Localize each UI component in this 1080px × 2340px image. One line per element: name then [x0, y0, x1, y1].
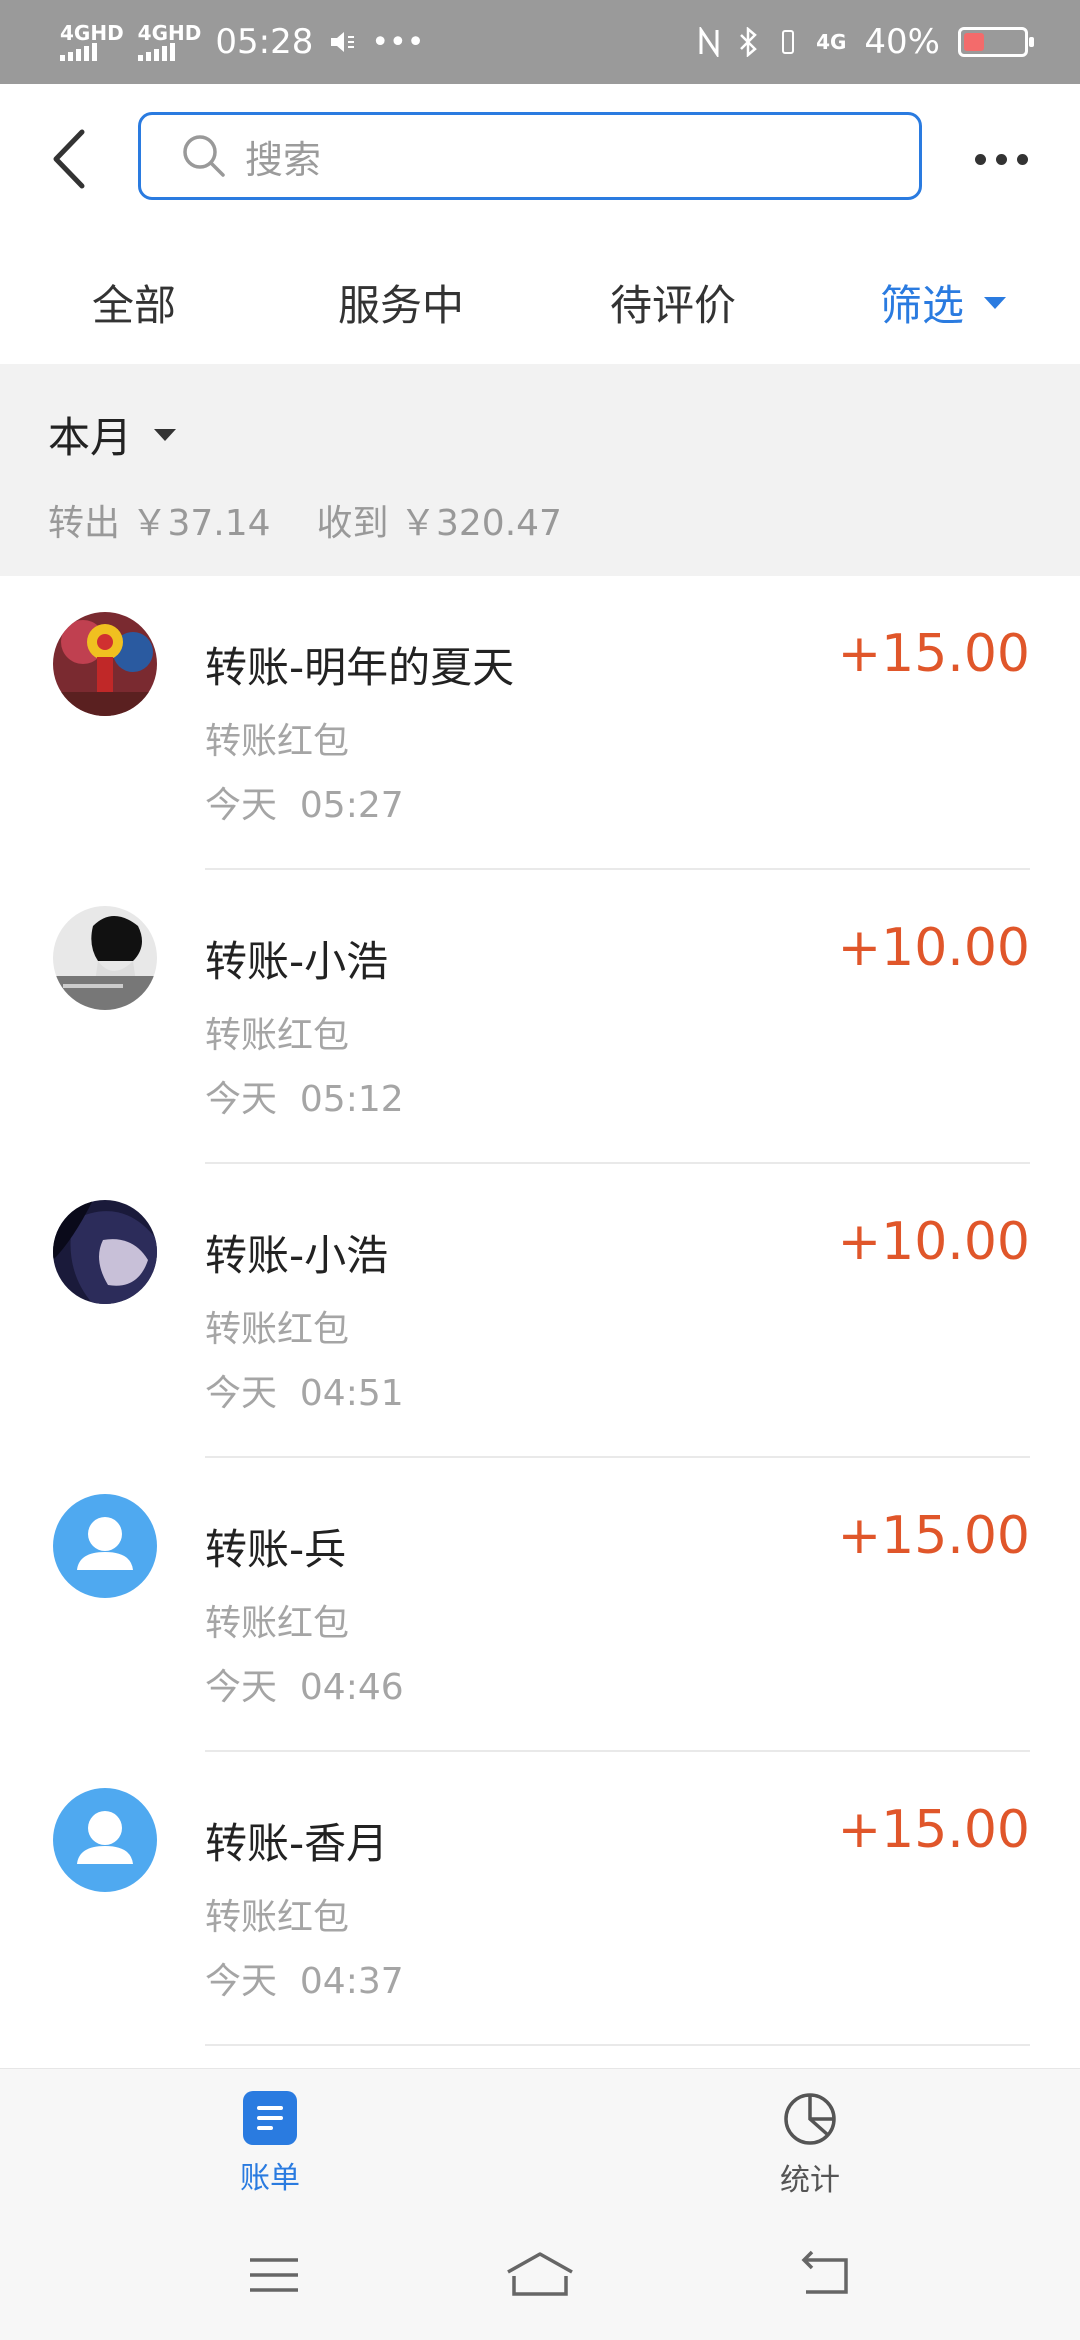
transaction-amount: +10.00 [837, 918, 1030, 978]
transaction-time: 今天 04:37 [205, 1952, 404, 2004]
transaction-day: 今天 [205, 785, 278, 826]
network-type-3: 4G [816, 30, 847, 54]
signal-indicator-3: 4G [816, 32, 846, 52]
transaction-time: 今天 05:27 [205, 776, 404, 828]
transaction-day: 今天 [205, 1961, 278, 2002]
month-summary: 转出 ￥37.14 收到 ￥320.47 [48, 494, 562, 546]
nfc-icon [699, 27, 719, 57]
transaction-day: 今天 [205, 1079, 278, 1120]
transaction-title: 转账-香月 [205, 1819, 389, 1868]
in-amount: ￥320.47 [400, 503, 562, 544]
more-options-icon[interactable] [975, 144, 1035, 174]
divider [205, 2044, 1030, 2046]
out-amount: ￥37.14 [131, 503, 271, 544]
default-user-avatar-icon [53, 1494, 157, 1598]
transaction-amount: +15.00 [837, 1800, 1030, 1860]
transaction-type: 转账红包 [205, 1603, 350, 1644]
transaction-item[interactable]: 转账-香月 转账红包 今天 04:37 +15.00 [0, 1752, 1080, 2046]
signal-indicator-1: 4GHD [60, 23, 124, 61]
search-icon [183, 135, 225, 177]
status-time: 05:28 [215, 22, 314, 62]
menu-icon[interactable] [244, 2250, 304, 2300]
transaction-title: 转账-明年的夏天 [205, 643, 515, 692]
more-notifications-icon: ••• [371, 24, 425, 60]
back-icon[interactable] [796, 2250, 856, 2300]
caret-down-icon [984, 296, 1007, 309]
tab-filter-label: 筛选 [880, 281, 965, 330]
transaction-amount: +10.00 [837, 1212, 1030, 1272]
out-summary: 转出 ￥37.14 [48, 494, 271, 546]
home-icon[interactable] [504, 2250, 576, 2300]
status-bar: 4GHD 4GHD 05:28 ••• 4G 40% [0, 0, 1080, 84]
transaction-title: 转账-小浩 [205, 1231, 389, 1280]
tab-filter[interactable]: 筛选 [880, 272, 1007, 333]
avatar [53, 1200, 157, 1304]
transaction-item[interactable]: 转账-兵 转账红包 今天 04:46 +15.00 [0, 1458, 1080, 1752]
transaction-type: 转账红包 [205, 1309, 350, 1350]
transaction-title: 转账-兵 [205, 1525, 347, 1574]
nav-statistics[interactable]: 统计 [750, 2091, 870, 2199]
network-type-1: 4GHD [60, 21, 124, 45]
in-summary: 收到 ￥320.47 [317, 494, 562, 546]
transaction-item[interactable]: 转账-明年的夏天 转账红包 今天 05:27 +15.00 [0, 576, 1080, 870]
bottom-nav: 账单 统计 [0, 2068, 1080, 2211]
default-user-avatar-icon [53, 1788, 157, 1892]
transaction-item[interactable]: 转账-小浩 转账红包 今天 04:51 +10.00 [0, 1164, 1080, 1458]
nav-stats-label: 统计 [780, 2163, 840, 2198]
transaction-type: 转账红包 [205, 721, 350, 762]
search-placeholder: 搜索 [245, 137, 322, 182]
transaction-clock: 05:12 [299, 1079, 404, 1120]
bill-icon [243, 2091, 297, 2145]
transaction-day: 今天 [205, 1667, 278, 1708]
back-arrow-icon[interactable] [40, 124, 100, 194]
transaction-time: 今天 04:46 [205, 1658, 404, 1710]
pie-chart-icon [784, 2093, 836, 2145]
transaction-title: 转账-小浩 [205, 937, 389, 986]
transaction-clock: 05:27 [299, 785, 404, 826]
filter-tabs: 全部 服务中 待评价 筛选 [0, 234, 1080, 364]
network-type-2: 4GHD [137, 21, 202, 45]
transaction-amount: +15.00 [837, 624, 1030, 684]
transaction-clock: 04:37 [299, 1961, 404, 2002]
in-label: 收到 [316, 503, 389, 544]
avatar [53, 906, 157, 1010]
tab-all[interactable]: 全部 [92, 272, 176, 333]
bluetooth-icon [740, 27, 757, 57]
transaction-time: 今天 04:51 [205, 1364, 404, 1416]
transaction-time: 今天 05:12 [205, 1070, 404, 1122]
nav-bills[interactable]: 账单 [210, 2091, 330, 2197]
transaction-list: 转账-明年的夏天 转账红包 今天 05:27 +15.00 转账-小浩 转账红包… [0, 576, 1080, 2046]
avatar [53, 612, 157, 716]
transaction-clock: 04:51 [299, 1373, 404, 1414]
signal-indicator-2: 4GHD [137, 21, 202, 61]
battery-icon [958, 27, 1034, 57]
nav-bills-label: 账单 [240, 2161, 300, 2196]
vibrate-icon [782, 30, 795, 54]
out-label: 转出 [48, 503, 121, 544]
tab-to-review[interactable]: 待评价 [610, 272, 736, 333]
transaction-day: 今天 [205, 1373, 278, 1414]
system-nav-bar [0, 2210, 1080, 2340]
battery-percent: 40% [864, 22, 940, 62]
month-section: 本月 转出 ￥37.14 收到 ￥320.47 [0, 364, 1080, 576]
transaction-type: 转账红包 [205, 1897, 350, 1938]
header: 搜索 [0, 84, 1080, 234]
transaction-clock: 04:46 [299, 1667, 404, 1708]
transaction-amount: +15.00 [837, 1506, 1030, 1566]
transaction-item[interactable]: 转账-小浩 转账红包 今天 05:12 +10.00 [0, 870, 1080, 1164]
transaction-type: 转账红包 [205, 1015, 350, 1056]
mute-icon [331, 32, 355, 52]
caret-down-icon [154, 428, 177, 441]
month-selector[interactable]: 本月 [48, 404, 177, 465]
month-title: 本月 [48, 413, 133, 462]
tab-in-service[interactable]: 服务中 [338, 272, 464, 333]
search-input[interactable]: 搜索 [138, 112, 922, 200]
